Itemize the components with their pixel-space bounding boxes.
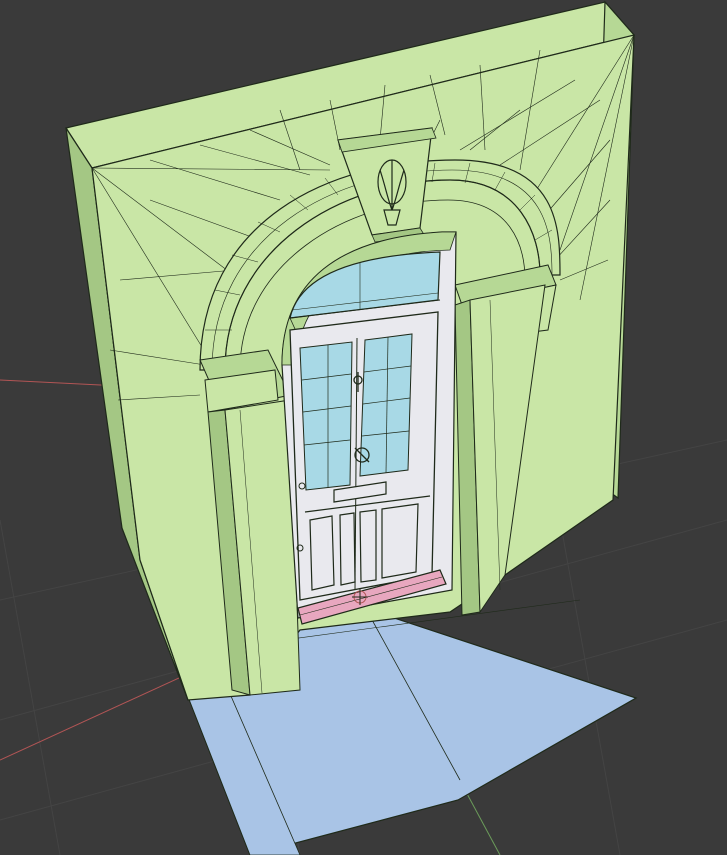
scene-canvas [0, 0, 727, 855]
3d-viewport[interactable] [0, 0, 727, 855]
front-door[interactable] [289, 311, 439, 601]
